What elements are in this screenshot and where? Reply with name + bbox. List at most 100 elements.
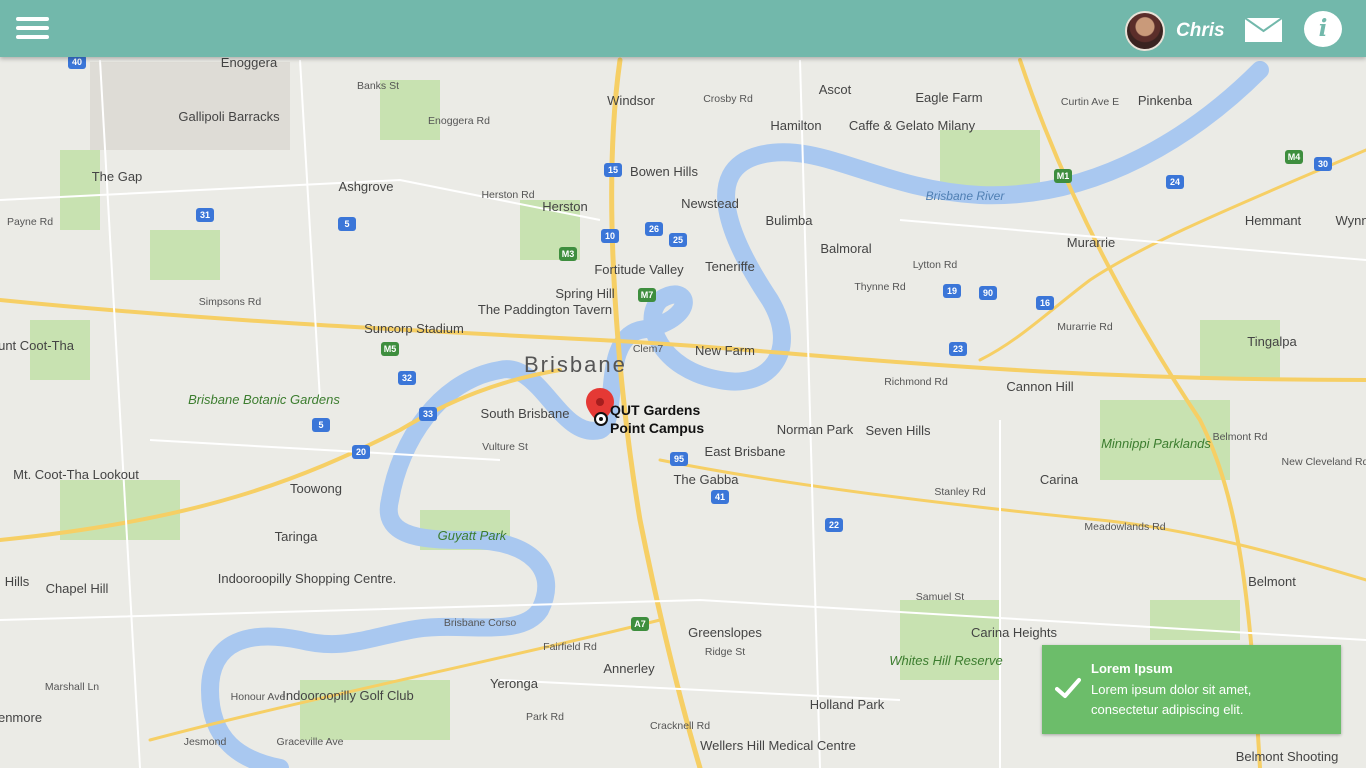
place-label: Yeronga — [490, 676, 539, 691]
svg-text:19: 19 — [947, 286, 957, 296]
success-toast[interactable]: Lorem Ipsum Lorem ipsum dolor sit amet, … — [1042, 645, 1341, 734]
place-label: The Gabba — [673, 472, 739, 487]
place-label: Hamilton — [770, 118, 821, 133]
place-label: Stanley Rd — [934, 486, 986, 498]
info-icon[interactable]: i — [1304, 11, 1342, 47]
place-label: Belmont Shooting — [1236, 749, 1339, 764]
place-label: Payne Rd — [7, 216, 53, 228]
place-label: Fortitude Valley — [594, 262, 684, 277]
route-shield: M7 — [638, 288, 656, 302]
route-shield: M4 — [1285, 150, 1303, 164]
svg-text:24: 24 — [1170, 177, 1180, 187]
place-label: Indooroopilly Shopping Centre. — [218, 571, 397, 586]
place-label: New Farm — [695, 343, 755, 358]
place-label: Jesmond — [184, 736, 227, 748]
app-root: Brisbane QUT Gardens Point Campus Enogge… — [0, 0, 1366, 768]
svg-text:26: 26 — [649, 224, 659, 234]
place-label: Samuel St — [916, 591, 965, 603]
svg-text:25: 25 — [673, 235, 683, 245]
svg-text:M4: M4 — [1288, 152, 1301, 162]
place-label: Fairfield Rd — [543, 641, 597, 653]
place-label: Minnippi Parklands — [1101, 436, 1211, 451]
place-label: Tingalpa — [1247, 334, 1297, 349]
place-label: Annerley — [603, 661, 655, 676]
route-shield: 15 — [604, 163, 622, 177]
place-label: Gallipoli Barracks — [178, 109, 280, 124]
svg-text:M1: M1 — [1057, 171, 1070, 181]
place-label: Cannon Hill — [1006, 379, 1073, 394]
place-label: Marshall Ln — [45, 681, 99, 693]
svg-text:90: 90 — [983, 288, 993, 298]
place-label: Brisbane Botanic Gardens — [188, 392, 340, 407]
route-shield: 10 — [601, 229, 619, 243]
place-label: Clem7 — [633, 343, 664, 355]
place-label: Carina Heights — [971, 625, 1057, 640]
svg-text:40: 40 — [72, 57, 82, 67]
place-label: Mount Coot-Tha — [0, 338, 75, 353]
svg-text:M7: M7 — [641, 290, 654, 300]
place-label: Hemmant — [1245, 213, 1302, 228]
city-label: Brisbane — [524, 352, 627, 377]
place-label: Herston — [542, 199, 588, 214]
place-label: Chapel Hill — [46, 581, 109, 596]
toast-title: Lorem Ipsum — [1091, 661, 1173, 676]
route-shield: 20 — [352, 445, 370, 459]
place-label: Belmont — [1248, 574, 1296, 589]
place-label: Bulimba — [766, 213, 814, 228]
place-label: Eagle Farm — [915, 90, 982, 105]
place-label: Seven Hills — [865, 423, 931, 438]
place-label: Windsor — [607, 93, 655, 108]
place-label: Richmond Rd — [884, 376, 948, 388]
top-bar: Chris i — [0, 0, 1366, 57]
pin-label-line1: QUT Gardens — [610, 402, 700, 418]
route-shield: 5 — [312, 418, 330, 432]
svg-text:M5: M5 — [384, 344, 397, 354]
place-label: The Paddington Tavern — [478, 302, 612, 317]
place-label: Holland Park — [810, 697, 885, 712]
avatar[interactable] — [1125, 11, 1165, 51]
place-label: Toowong — [290, 481, 342, 496]
place-label: Ridge St — [705, 646, 745, 658]
place-label: enmore — [0, 710, 42, 725]
place-label: Cracknell Rd — [650, 720, 710, 732]
place-label: Murarrie Rd — [1057, 321, 1113, 333]
place-label: Indooroopilly Golf Club — [282, 688, 414, 703]
place-label: Meadowlands Rd — [1084, 521, 1165, 533]
place-label: Simpsons Rd — [199, 296, 262, 308]
place-label: Wellers Hill Medical Centre — [700, 738, 856, 753]
route-shield: 95 — [670, 452, 688, 466]
svg-text:A7: A7 — [634, 619, 646, 629]
route-shield: 24 — [1166, 175, 1184, 189]
route-shield: 23 — [949, 342, 967, 356]
svg-text:16: 16 — [1040, 298, 1050, 308]
svg-text:41: 41 — [715, 492, 725, 502]
svg-text:22: 22 — [829, 520, 839, 530]
svg-text:M3: M3 — [562, 249, 575, 259]
place-label: Mt. Coot-Tha Lookout — [13, 467, 139, 482]
mail-icon[interactable] — [1245, 18, 1282, 42]
place-label: New Cleveland Rd — [1282, 456, 1366, 468]
place-label: Curtin Ave E — [1061, 96, 1119, 108]
place-label: Hills — [5, 574, 30, 589]
svg-text:15: 15 — [608, 165, 618, 175]
toast-message: Lorem ipsum dolor sit amet, consectetur … — [1091, 682, 1252, 717]
place-label: Guyatt Park — [438, 528, 508, 543]
place-label: Park Rd — [526, 711, 564, 723]
place-label: Herston Rd — [481, 189, 534, 201]
route-shield: M3 — [559, 247, 577, 261]
route-shield: A7 — [631, 617, 649, 631]
place-label: Suncorp Stadium — [364, 321, 464, 336]
place-label: Lytton Rd — [913, 259, 958, 271]
place-label: Bowen Hills — [630, 164, 698, 179]
route-shield: 31 — [196, 208, 214, 222]
route-shield: 19 — [943, 284, 961, 298]
place-label: Thynne Rd — [854, 281, 906, 293]
user-name[interactable]: Chris — [1176, 20, 1225, 42]
hamburger-icon[interactable] — [16, 17, 49, 39]
place-label: East Brisbane — [705, 444, 786, 459]
route-shield: M1 — [1054, 169, 1072, 183]
place-label: Caffe & Gelato Milany — [849, 118, 976, 133]
route-shield: 5 — [338, 217, 356, 231]
place-label: Brisbane Corso — [444, 617, 517, 629]
route-shield: 26 — [645, 222, 663, 236]
